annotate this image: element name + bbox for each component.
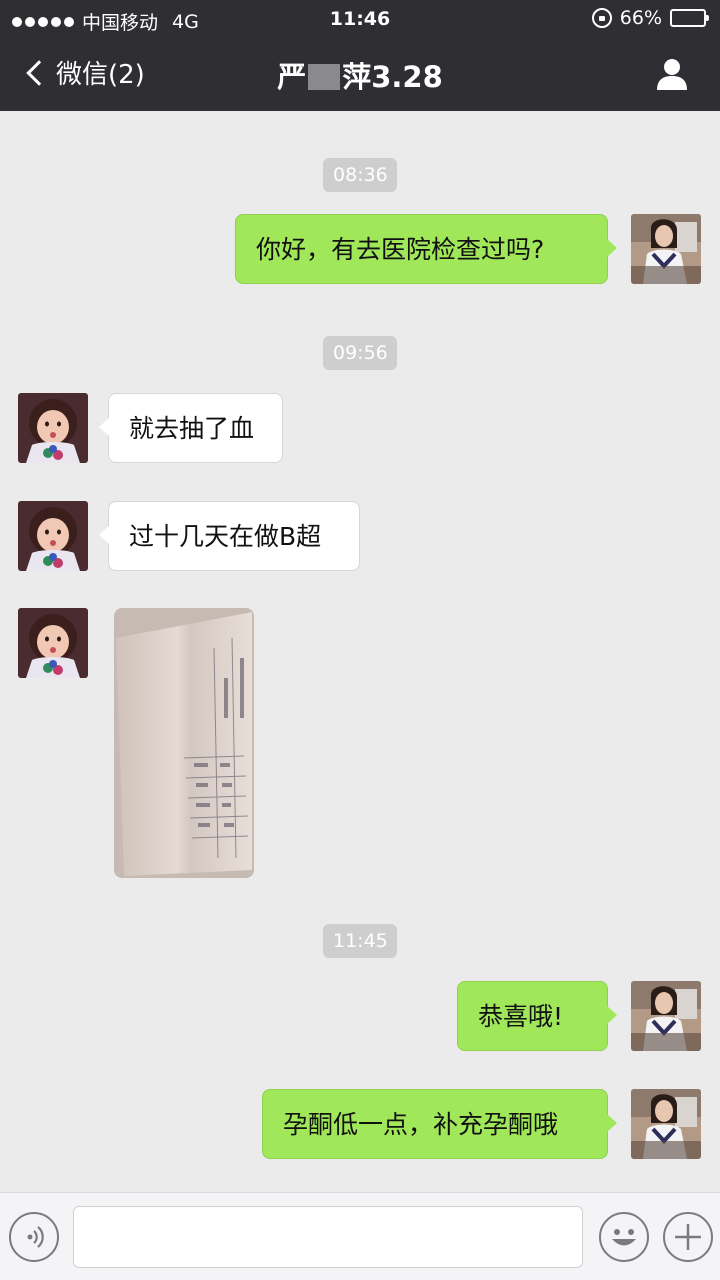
my-avatar-image <box>631 981 701 1051</box>
incoming-message-bubble[interactable]: 过十几天在做B超 <box>99 501 360 571</box>
title-suffix: 萍3.28 <box>342 60 443 94</box>
battery-icon <box>670 9 709 27</box>
contact-avatar-image <box>18 393 88 463</box>
timestamp: 11:45 <box>323 924 397 958</box>
lab-report-photo <box>114 608 254 878</box>
outgoing-message-bubble[interactable]: 恭喜哦! <box>457 981 617 1051</box>
lock-icon <box>591 8 612 28</box>
plus-icon <box>675 1224 701 1250</box>
message-input[interactable] <box>73 1206 583 1268</box>
nav-bar: 微信(2) 严萍3.28 <box>0 40 720 110</box>
status-bar: 中国移动 4G 11:46 66% <box>0 0 720 36</box>
contact-avatar-image <box>18 608 88 678</box>
voice-button[interactable] <box>9 1212 59 1262</box>
battery-percent: 66% <box>619 7 662 29</box>
my-avatar[interactable] <box>631 1089 701 1159</box>
title-redaction <box>308 64 341 90</box>
input-bar <box>0 1192 720 1280</box>
timestamp: 08:36 <box>323 158 397 192</box>
my-avatar-image <box>631 214 701 284</box>
chat-title: 严 萍3.28 <box>0 54 720 96</box>
image-message[interactable] <box>114 608 254 878</box>
timestamp: 09:56 <box>323 336 397 370</box>
voice-icon <box>27 1226 44 1248</box>
emoji-button[interactable] <box>599 1212 649 1262</box>
contact-avatar-image <box>18 501 88 571</box>
outgoing-message-bubble[interactable]: 你好，有去医院检查过吗? <box>235 214 617 284</box>
profile-icon[interactable] <box>654 56 690 92</box>
my-avatar-image <box>631 1089 701 1159</box>
outgoing-message-bubble[interactable]: 孕酮低一点，补充孕酮哦 <box>262 1089 617 1159</box>
status-right: 66% <box>591 7 709 29</box>
emoji-icon <box>612 1229 636 1246</box>
my-avatar[interactable] <box>631 214 701 284</box>
incoming-message-bubble[interactable]: 就去抽了血 <box>99 393 283 463</box>
contact-avatar[interactable] <box>18 501 88 571</box>
top-bar: 中国移动 4G 11:46 66% 微信(2) 严萍3.28 <box>0 0 720 111</box>
more-button[interactable] <box>663 1212 713 1262</box>
contact-avatar[interactable] <box>18 393 88 463</box>
contact-avatar[interactable] <box>18 608 88 678</box>
my-avatar[interactable] <box>631 981 701 1051</box>
title-prefix: 严 <box>277 60 307 94</box>
